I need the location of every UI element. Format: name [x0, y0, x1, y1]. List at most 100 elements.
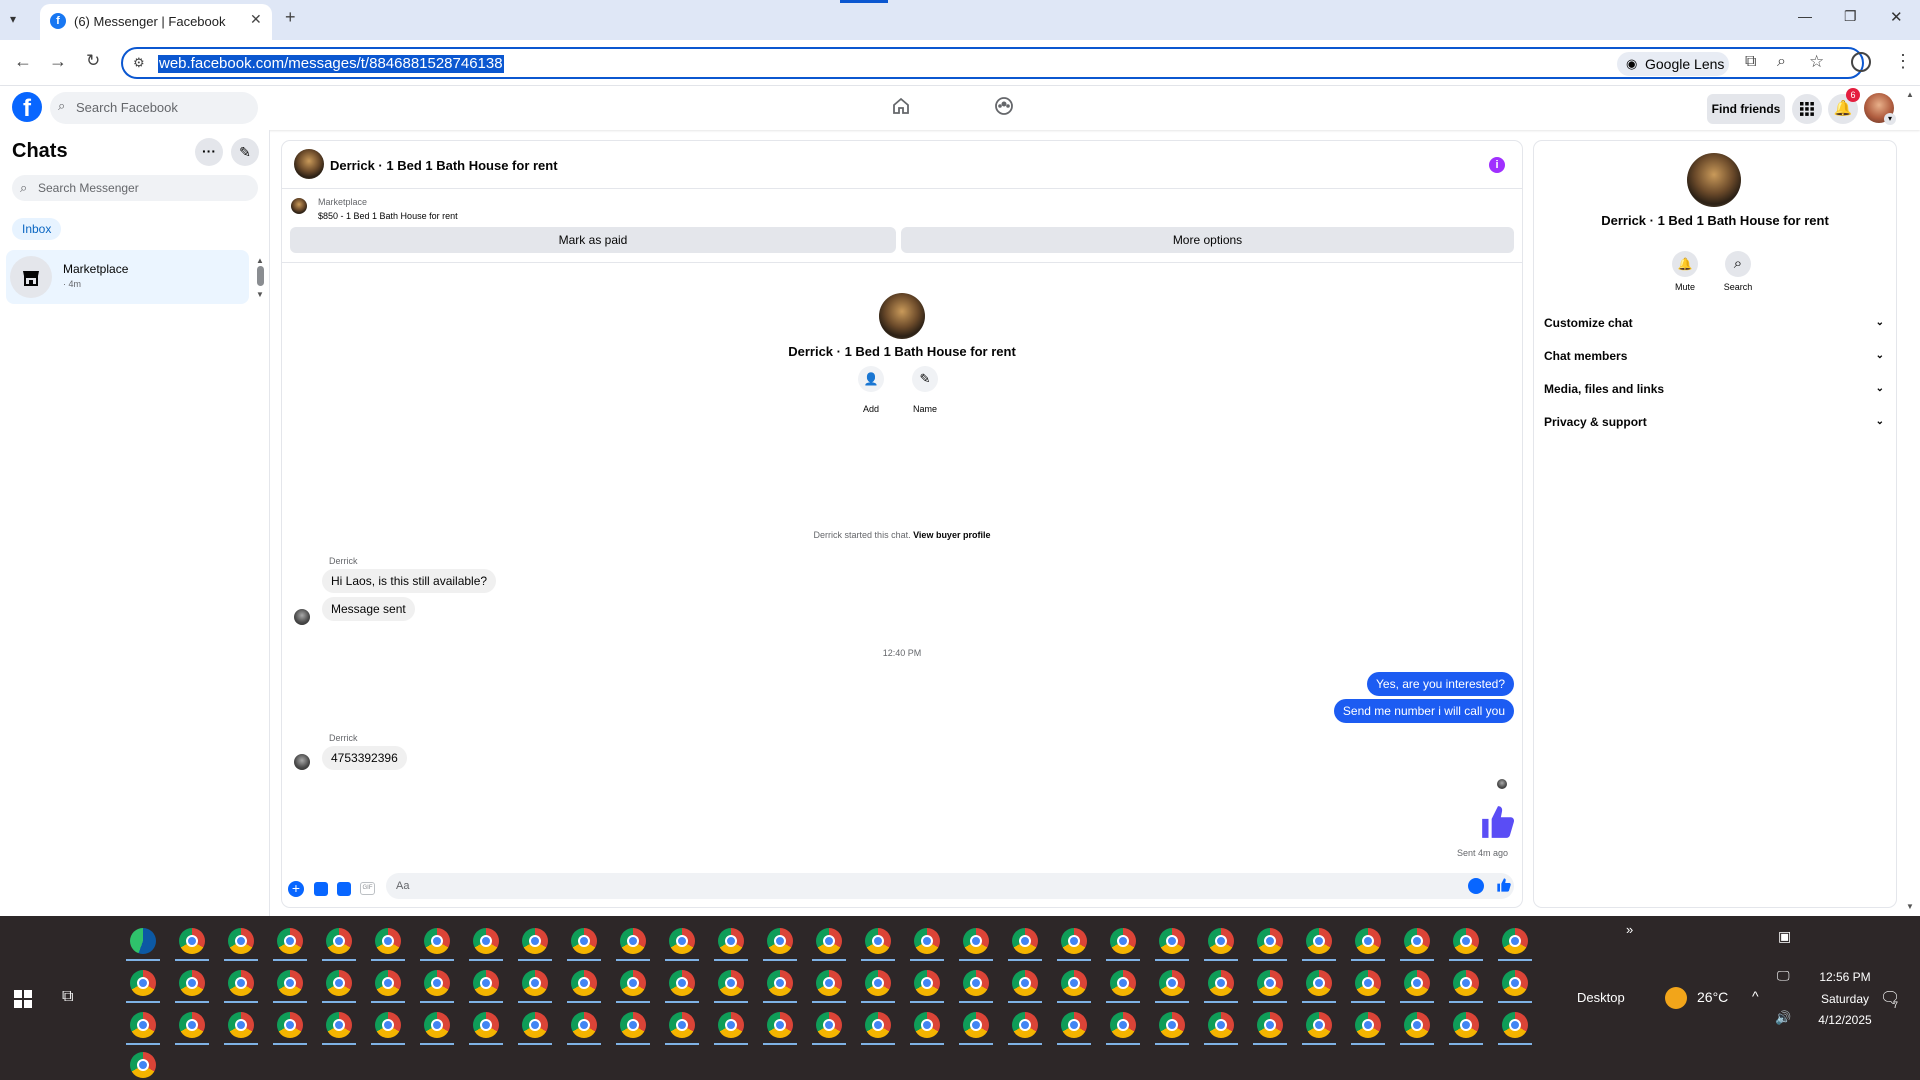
chrome-window-icon[interactable] [1502, 970, 1528, 996]
page-scroll-down-icon[interactable]: ▼ [1906, 902, 1914, 911]
chrome-window-icon[interactable] [424, 1012, 450, 1038]
chrome-window-icon[interactable] [1257, 970, 1283, 996]
chrome-window-icon[interactable] [1257, 1012, 1283, 1038]
forward-icon[interactable]: → [49, 51, 67, 72]
chrome-window-icon[interactable] [767, 970, 793, 996]
emoji-icon[interactable] [1468, 878, 1484, 894]
chrome-window-icon[interactable] [1110, 970, 1136, 996]
chrome-window-icon[interactable] [1355, 928, 1381, 954]
chrome-window-icon[interactable] [424, 928, 450, 954]
bookmark-star-icon[interactable]: ☆ [1809, 52, 1824, 72]
page-scroll-up-icon[interactable]: ▲ [1906, 90, 1914, 99]
weather-sun-icon[interactable] [1665, 987, 1687, 1009]
chrome-window-icon[interactable] [718, 1012, 744, 1038]
task-view-icon[interactable]: ⧉ [62, 988, 73, 1006]
menu-grid-button[interactable] [1792, 94, 1822, 124]
profile-icon[interactable] [1851, 52, 1871, 72]
chrome-window-icon[interactable] [816, 928, 842, 954]
chrome-window-icon[interactable] [1061, 928, 1087, 954]
chrome-window-icon[interactable] [767, 1012, 793, 1038]
chrome-window-icon[interactable] [1061, 970, 1087, 996]
chrome-window-icon[interactable] [1306, 970, 1332, 996]
clock-time[interactable]: 12:56 PM [1806, 970, 1884, 984]
chrome-window-icon[interactable] [1306, 1012, 1332, 1038]
minimize-icon[interactable]: — [1798, 8, 1812, 24]
listing-summary[interactable]: $850 - 1 Bed 1 Bath House for rent [318, 211, 458, 221]
chrome-window-icon[interactable] [865, 928, 891, 954]
chrome-window-icon[interactable] [1404, 928, 1430, 954]
chrome-window-icon[interactable] [1159, 970, 1185, 996]
chrome-window-icon[interactable] [277, 970, 303, 996]
chrome-window-icon[interactable] [1159, 928, 1185, 954]
chrome-window-icon[interactable] [1306, 928, 1332, 954]
network-icon[interactable]: 🖵 [1777, 968, 1790, 984]
chrome-window-icon[interactable] [914, 1012, 940, 1038]
chrome-window-icon[interactable] [277, 1012, 303, 1038]
view-buyer-profile-link[interactable]: View buyer profile [913, 530, 990, 540]
chrome-window-icon[interactable] [1208, 1012, 1234, 1038]
chrome-window-icon[interactable] [473, 928, 499, 954]
account-chevron-icon[interactable]: ▾ [1884, 113, 1896, 125]
tab-list-dropdown-icon[interactable]: ▾ [10, 12, 16, 26]
chrome-window-icon[interactable] [914, 970, 940, 996]
chrome-window-icon[interactable] [375, 928, 401, 954]
contact-avatar[interactable] [294, 149, 324, 179]
chrome-window-icon[interactable] [179, 928, 205, 954]
messenger-search-input[interactable]: Search Messenger [12, 175, 258, 201]
chrome-window-icon[interactable] [1404, 970, 1430, 996]
mark-as-paid-button[interactable]: Mark as paid [290, 227, 896, 253]
chrome-window-icon[interactable] [1208, 970, 1234, 996]
scroll-up-icon[interactable]: ▲ [256, 256, 264, 265]
chrome-window-icon[interactable] [571, 970, 597, 996]
chrome-window-icon[interactable] [228, 1012, 254, 1038]
chrome-window-icon[interactable] [130, 970, 156, 996]
chrome-window-icon[interactable] [179, 970, 205, 996]
browser-tab[interactable]: f (6) Messenger | Facebook ✕ [40, 4, 272, 40]
incoming-message[interactable]: 4753392396 [322, 746, 407, 770]
new-tab-icon[interactable]: + [285, 7, 296, 28]
chrome-window-icon[interactable] [522, 970, 548, 996]
chrome-window-icon[interactable] [620, 1012, 646, 1038]
chrome-window-icon[interactable] [914, 928, 940, 954]
chrome-window-icon[interactable] [326, 1012, 352, 1038]
chrome-window-icon[interactable] [326, 928, 352, 954]
reload-icon[interactable]: ↻ [86, 51, 100, 71]
plus-icon[interactable]: + [288, 881, 304, 897]
chrome-window-icon[interactable] [865, 1012, 891, 1038]
find-friends-button[interactable]: Find friends [1707, 94, 1785, 124]
chrome-window-icon[interactable] [1355, 1012, 1381, 1038]
google-lens-button[interactable]: ◉ Google Lens [1617, 52, 1729, 76]
chrome-window-icon[interactable] [1257, 928, 1283, 954]
chrome-window-icon[interactable] [865, 970, 891, 996]
start-windows-icon[interactable] [14, 990, 32, 1008]
incoming-message[interactable]: Message sent [322, 597, 415, 621]
desktop-label[interactable]: Desktop [1577, 990, 1625, 1005]
chrome-window-icon[interactable] [1012, 928, 1038, 954]
chrome-window-icon[interactable] [522, 1012, 548, 1038]
chrome-window-icon[interactable] [669, 970, 695, 996]
install-app-icon[interactable]: ⧉ [1745, 53, 1756, 71]
outgoing-message[interactable]: Yes, are you interested? [1367, 672, 1514, 696]
chrome-window-icon[interactable] [522, 928, 548, 954]
chrome-window-icon[interactable] [1453, 1012, 1479, 1038]
conversation-title[interactable]: Derrick · 1 Bed 1 Bath House for rent [330, 158, 558, 173]
chrome-window-icon[interactable] [1355, 970, 1381, 996]
window-close-icon[interactable]: ✕ [1890, 8, 1903, 26]
chrome-window-icon[interactable] [326, 970, 352, 996]
sticker-icon[interactable] [337, 882, 351, 896]
chrome-window-icon[interactable] [473, 970, 499, 996]
chrome-window-icon[interactable] [963, 1012, 989, 1038]
gif-icon[interactable]: GIF [360, 882, 375, 895]
chrome-window-icon[interactable] [228, 928, 254, 954]
new-message-icon[interactable]: ✎ [231, 138, 259, 166]
browser-menu-icon[interactable]: ⋮ [1894, 51, 1912, 72]
chrome-window-icon[interactable] [228, 970, 254, 996]
chrome-window-icon[interactable] [669, 1012, 695, 1038]
chrome-window-icon[interactable] [963, 928, 989, 954]
chat-options-icon[interactable]: ··· [195, 138, 223, 166]
add-person-icon[interactable]: 👤 [858, 366, 884, 392]
like-button-icon[interactable] [1496, 877, 1512, 893]
url-text[interactable]: web.facebook.com/messages/t/884688152874… [158, 55, 504, 73]
chrome-window-icon[interactable] [816, 1012, 842, 1038]
close-tab-icon[interactable]: ✕ [250, 11, 262, 28]
